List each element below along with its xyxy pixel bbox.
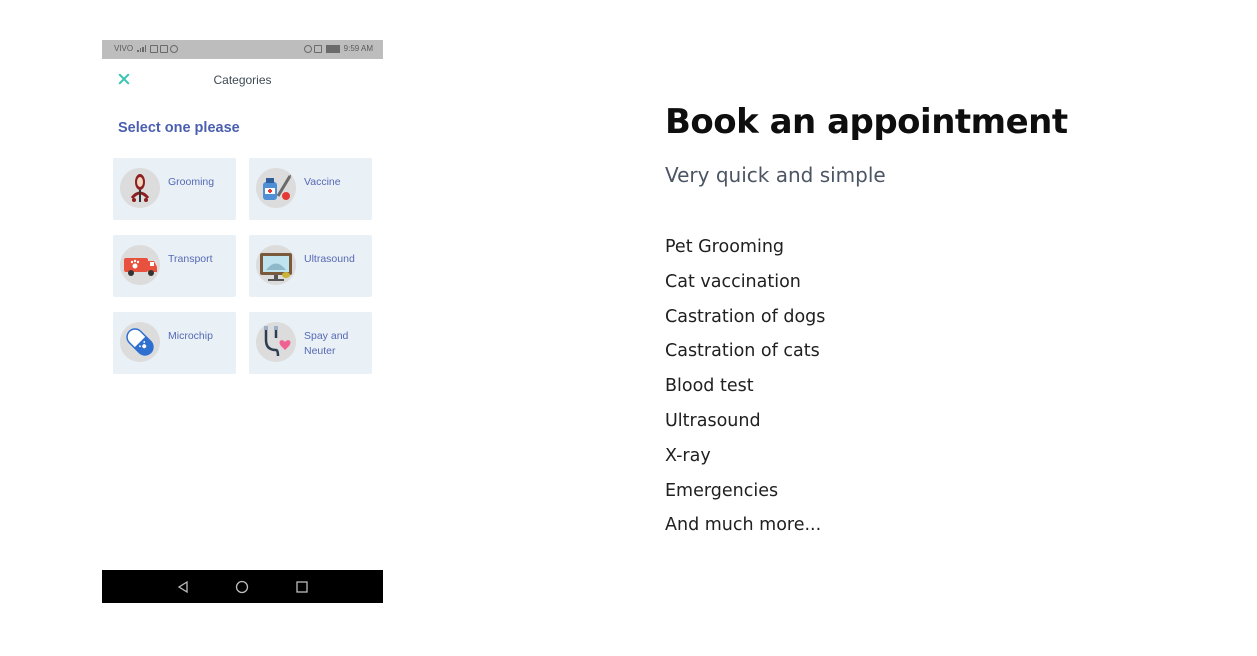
page-title: Categories: [213, 73, 272, 87]
status-time: 9:59 AM: [343, 44, 373, 53]
category-card-transport[interactable]: Transport: [113, 235, 236, 297]
feature-item: Castration of cats: [665, 341, 820, 362]
feature-item: Castration of dogs: [665, 306, 826, 327]
battery-icon: [325, 44, 340, 53]
feature-item: And much more...: [665, 515, 822, 536]
back-icon[interactable]: [176, 580, 190, 594]
feature-item: Ultrasound: [665, 410, 761, 431]
feature-item: Cat vaccination: [665, 271, 801, 292]
category-label: Transport: [168, 253, 213, 265]
category-label: Grooming: [168, 176, 215, 188]
signal-icon: [137, 45, 147, 52]
feature-list: Pet Grooming Cat vaccination Castration …: [665, 230, 825, 543]
feature-item: Blood test: [665, 376, 754, 397]
category-card-vaccine[interactable]: Vaccine: [249, 158, 372, 220]
headline: Book an appointment: [665, 102, 1068, 142]
subheadline: Very quick and simple: [665, 163, 886, 187]
category-grid: Grooming Vaccine Transport Ultrasound Mi…: [113, 158, 372, 374]
notification-icons: [150, 44, 179, 53]
category-card-spay-neuter[interactable]: Spay and Neuter: [249, 312, 372, 374]
android-nav-bar: [102, 570, 383, 603]
home-icon[interactable]: [235, 580, 249, 594]
alarm-icon: [303, 44, 322, 53]
feature-item: Pet Grooming: [665, 237, 785, 257]
recent-apps-icon[interactable]: [295, 580, 309, 594]
category-card-microchip[interactable]: Microchip: [113, 312, 236, 374]
select-heading: Select one please: [118, 120, 240, 136]
status-bar: VIVO 9:59 AM: [102, 40, 383, 59]
microchip-icon: [120, 322, 160, 362]
category-label: Microchip: [168, 330, 213, 342]
vaccine-icon: [256, 168, 296, 208]
category-card-grooming[interactable]: Grooming: [113, 158, 236, 220]
feature-item: X-ray: [665, 445, 711, 466]
phone-screenshot: VIVO 9:59 AM Categories Select one pleas…: [102, 40, 383, 603]
feature-item: Emergencies: [665, 480, 779, 501]
carrier-label: VIVO: [114, 44, 134, 53]
category-label: Spay and Neuter: [304, 330, 349, 357]
ultrasound-icon: [256, 245, 296, 285]
grooming-icon: [120, 168, 160, 208]
category-card-ultrasound[interactable]: Ultrasound: [249, 235, 372, 297]
category-label: Vaccine: [304, 176, 341, 188]
category-label: Ultrasound: [304, 253, 355, 265]
transport-icon: [120, 245, 160, 285]
stethoscope-icon: [256, 322, 296, 362]
